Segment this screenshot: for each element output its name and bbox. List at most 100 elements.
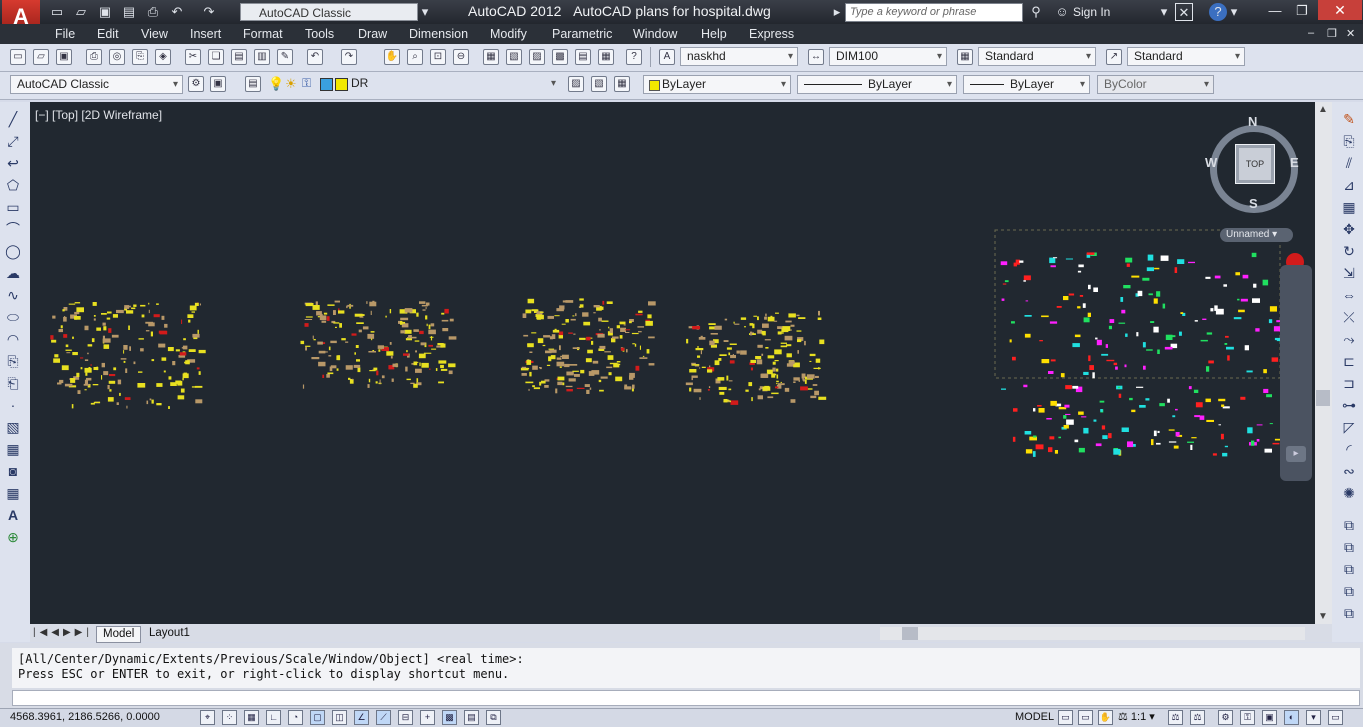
rectangle-icon[interactable]: ▭: [4, 198, 22, 216]
compass-north[interactable]: N: [1248, 114, 1257, 129]
save-toolbar-icon[interactable]: ▣: [56, 49, 72, 65]
block-editor-icon[interactable]: ✎: [277, 49, 293, 65]
search-input[interactable]: Type a keyword or phrase: [845, 3, 1023, 22]
join-icon[interactable]: ⊶: [1340, 396, 1358, 414]
open-icon[interactable]: ▱: [33, 49, 49, 65]
sign-in-button[interactable]: Sign In: [1073, 5, 1110, 19]
menu-view[interactable]: View: [141, 27, 168, 41]
break-at-point-icon[interactable]: ⊏: [1340, 352, 1358, 370]
draworder-front-icon[interactable]: ⧉: [1340, 538, 1358, 556]
chamfer-icon[interactable]: ◸: [1340, 418, 1358, 436]
doc-minimize-button[interactable]: –: [1308, 27, 1314, 39]
hatch-icon[interactable]: ▧: [4, 418, 22, 436]
layer-properties-icon[interactable]: ▤: [245, 76, 261, 92]
revision-cloud-icon[interactable]: ☁: [4, 264, 22, 282]
make-block-icon[interactable]: ⎗: [4, 374, 22, 392]
region-icon[interactable]: ◙: [4, 462, 22, 480]
rotate-icon[interactable]: ↻: [1340, 242, 1358, 260]
calculator-icon[interactable]: ▦: [598, 49, 614, 65]
fillet-icon[interactable]: ◜: [1340, 440, 1358, 458]
table-style-select[interactable]: Standard: [978, 47, 1096, 66]
plot-preview-icon[interactable]: ◎: [109, 49, 125, 65]
polygon-icon[interactable]: ⬠: [4, 176, 22, 194]
text-style-icon[interactable]: A: [659, 49, 675, 65]
match-properties-icon[interactable]: ▥: [254, 49, 270, 65]
circle-icon[interactable]: ◯: [4, 242, 22, 260]
ellipse-icon[interactable]: ⬭: [4, 308, 22, 326]
scroll-up-icon[interactable]: ▲: [1318, 104, 1328, 115]
explode-icon[interactable]: ✺: [1340, 484, 1358, 502]
model-space-toggle[interactable]: MODEL: [1015, 711, 1054, 723]
clean-screen-icon[interactable]: ▭: [1328, 710, 1343, 725]
mirror-icon[interactable]: ⫽: [1340, 154, 1358, 172]
table-icon[interactable]: ▦: [4, 484, 22, 502]
zoom-realtime-icon[interactable]: ⌕: [407, 49, 423, 65]
sign-in-dropdown-icon[interactable]: ▾: [1158, 3, 1170, 21]
workspace-select[interactable]: AutoCAD Classic: [240, 3, 418, 21]
qnew-icon[interactable]: ▭: [10, 49, 26, 65]
vertical-scrollbar[interactable]: [1315, 102, 1332, 624]
tab-model[interactable]: Model: [96, 626, 142, 643]
design-center-icon[interactable]: ▧: [506, 49, 522, 65]
layer-select[interactable]: DR: [345, 75, 560, 94]
multiline-text-icon[interactable]: A: [4, 506, 22, 524]
layer-freeze-icon[interactable]: ☀: [285, 76, 301, 92]
color-select[interactable]: ByLayer: [643, 75, 791, 94]
arc-icon[interactable]: ⌒: [4, 220, 22, 238]
menu-tools[interactable]: Tools: [305, 27, 334, 41]
layer-state-icon[interactable]: ▦: [614, 76, 630, 92]
compass-east[interactable]: E: [1290, 155, 1299, 170]
horizontal-scrollbar[interactable]: [880, 627, 1305, 640]
scroll-down-icon[interactable]: ▼: [1318, 611, 1328, 622]
annotation-visibility-icon[interactable]: ⚖: [1168, 710, 1183, 725]
quick-view-drawings-icon[interactable]: ▭: [1078, 710, 1093, 725]
menu-dimension[interactable]: Dimension: [409, 27, 468, 41]
workspace-settings-icon[interactable]: ⚙: [188, 76, 204, 92]
menu-file[interactable]: File: [55, 27, 75, 41]
tab-navigation-arrows[interactable]: |◀◀▶▶|: [33, 627, 93, 638]
viewcube-top-face[interactable]: TOP: [1235, 144, 1275, 184]
infer-constraints-icon[interactable]: ⌖: [200, 710, 215, 725]
undo-toolbar-icon[interactable]: ↶: [307, 49, 323, 65]
quick-properties-icon[interactable]: ▤: [464, 710, 479, 725]
pan-status-icon[interactable]: ✋: [1098, 710, 1113, 725]
menu-insert[interactable]: Insert: [190, 27, 221, 41]
add-selected-icon[interactable]: ⊕: [4, 528, 22, 546]
erase-icon[interactable]: ✎: [1340, 110, 1358, 128]
undo-icon[interactable]: ↶: [168, 3, 186, 21]
layer-on-icon[interactable]: 💡: [268, 76, 286, 92]
status-bar-menu-icon[interactable]: ▾: [1306, 710, 1321, 725]
close-button[interactable]: ✕: [1318, 0, 1362, 20]
stretch-icon[interactable]: ⇔: [1340, 286, 1358, 304]
construction-line-icon[interactable]: ⤢: [4, 132, 22, 150]
line-icon[interactable]: ╱: [4, 110, 22, 128]
auto-scale-icon[interactable]: ⚖: [1190, 710, 1205, 725]
workspace-toolbar-select[interactable]: AutoCAD Classic: [10, 75, 183, 94]
vertical-scroll-thumb[interactable]: [1316, 390, 1330, 406]
search-expand-icon[interactable]: ▸: [831, 3, 843, 21]
command-input[interactable]: [12, 690, 1360, 706]
coordinates-display[interactable]: 4568.3961, 2186.5266, 0.0000: [10, 711, 160, 723]
lineweight-select[interactable]: ByLayer: [963, 75, 1090, 94]
menu-parametric[interactable]: Parametric: [552, 27, 612, 41]
dim-style-select[interactable]: DIM100: [829, 47, 947, 66]
save-icon[interactable]: ▣: [96, 3, 114, 21]
properties-icon[interactable]: ▦: [483, 49, 499, 65]
navbar-menu-icon[interactable]: ▸: [1286, 446, 1306, 462]
linetype-select[interactable]: ByLayer: [797, 75, 957, 94]
extend-icon[interactable]: ⤳: [1340, 330, 1358, 348]
maximize-button[interactable]: ❐: [1291, 2, 1313, 20]
menu-edit[interactable]: Edit: [97, 27, 119, 41]
blend-curves-icon[interactable]: ∾: [1340, 462, 1358, 480]
3d-dwf-icon[interactable]: ◈: [155, 49, 171, 65]
move-icon[interactable]: ✥: [1340, 220, 1358, 238]
tool-palettes-icon[interactable]: ▨: [529, 49, 545, 65]
menu-window[interactable]: Window: [633, 27, 677, 41]
trim-icon[interactable]: ⤫: [1340, 308, 1358, 326]
layer-lock-icon[interactable]: ⚿: [302, 76, 318, 92]
tab-layout1[interactable]: Layout1: [143, 626, 196, 641]
dim-style-icon[interactable]: ↔: [808, 49, 824, 65]
save-as-icon[interactable]: ▤: [120, 3, 138, 21]
exchange-icon[interactable]: ✕: [1175, 3, 1193, 21]
multileader-style-select[interactable]: Standard: [1127, 47, 1245, 66]
